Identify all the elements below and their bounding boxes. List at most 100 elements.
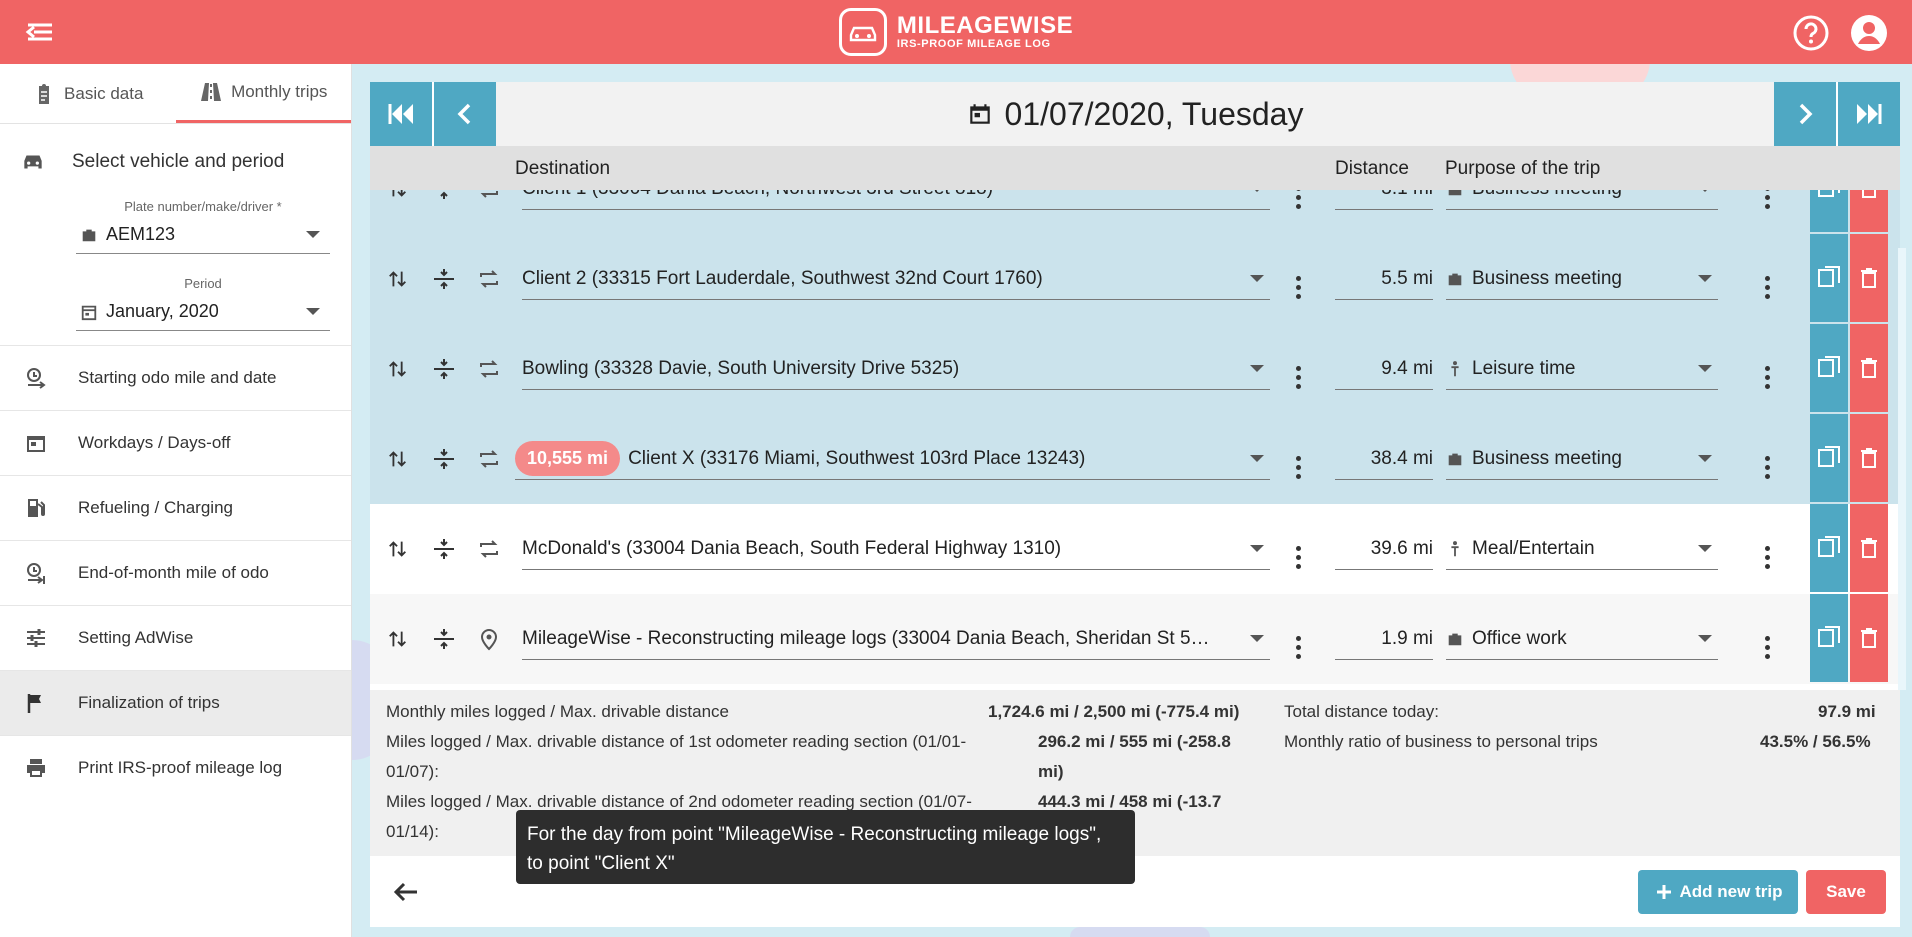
copy-trip-button[interactable]: [1810, 414, 1848, 502]
more-options-icon[interactable]: [1288, 632, 1308, 662]
back-arrow-icon[interactable]: [390, 876, 422, 908]
sidebar-item-adwise[interactable]: Setting AdWise: [0, 605, 351, 670]
purpose-select[interactable]: Business meeting: [1446, 190, 1718, 210]
distance-input[interactable]: 39.6 mi: [1335, 528, 1433, 570]
more-options-icon[interactable]: [1757, 190, 1777, 212]
help-icon[interactable]: [1792, 14, 1830, 52]
sidebar-item-workdays[interactable]: Workdays / Days-off: [0, 410, 351, 475]
destination-select[interactable]: Client 1 (33004 Dania Beach, Northwest 3…: [522, 190, 1270, 210]
round-trip-icon[interactable]: [475, 265, 503, 293]
period-value: January, 2020: [106, 301, 219, 321]
delete-trip-button[interactable]: [1850, 594, 1888, 682]
save-button[interactable]: Save: [1806, 870, 1886, 914]
distance-input[interactable]: 38.4 mi: [1335, 438, 1433, 480]
first-day-button[interactable]: [370, 82, 432, 146]
swap-icon[interactable]: [384, 265, 412, 293]
delete-trip-button[interactable]: [1850, 324, 1888, 412]
destination-select[interactable]: McDonald's (33004 Dania Beach, South Fed…: [522, 528, 1270, 570]
tab-monthly-trips[interactable]: Monthly trips: [175, 64, 351, 123]
delete-trip-button[interactable]: [1850, 234, 1888, 322]
more-options-icon[interactable]: [1757, 542, 1777, 572]
add-trip-button[interactable]: Add new trip: [1638, 870, 1798, 914]
purpose-select[interactable]: Meal/Entertain: [1446, 528, 1718, 570]
split-icon[interactable]: [430, 445, 458, 473]
round-trip-icon[interactable]: [475, 355, 503, 383]
select-vehicle-label: Select vehicle and period: [72, 150, 285, 172]
next-day-button[interactable]: [1774, 82, 1836, 146]
sidebar-item-finalization[interactable]: Finalization of trips: [0, 670, 351, 735]
tooltip-line1: For the day from point "MileageWise - Re…: [527, 824, 1102, 845]
last-day-button[interactable]: [1838, 82, 1900, 146]
plate-select[interactable]: AEM123: [76, 220, 330, 254]
sidebar-item-end-of-month[interactable]: End-of-month mile of odo: [0, 540, 351, 605]
swap-icon[interactable]: [384, 190, 412, 203]
distance-input[interactable]: 3.1 mi: [1335, 190, 1433, 210]
more-options-icon[interactable]: [1288, 542, 1308, 572]
select-vehicle-header: Select vehicle and period: [0, 124, 351, 199]
trip-row: McDonald's (33004 Dania Beach, South Fed…: [370, 504, 1900, 594]
more-options-icon[interactable]: [1288, 452, 1308, 482]
delete-trip-button[interactable]: [1850, 190, 1888, 232]
previous-day-button[interactable]: [434, 82, 496, 146]
destination-select[interactable]: 10,555 mi Client X (33176 Miami, Southwes…: [515, 438, 1270, 480]
chevron-left-icon: [457, 103, 471, 125]
split-icon[interactable]: [430, 190, 458, 203]
round-trip-icon[interactable]: [475, 535, 503, 563]
period-select[interactable]: January, 2020: [76, 297, 330, 331]
swap-icon[interactable]: [384, 355, 412, 383]
destination-select[interactable]: Bowling (33328 Davie, South University D…: [522, 348, 1270, 390]
scrollbar[interactable]: [1898, 248, 1906, 690]
sidebar-item-print[interactable]: Print IRS-proof mileage log: [0, 735, 351, 800]
monthly-label: Monthly miles logged / Max. drivable dis…: [386, 702, 729, 721]
distance-input[interactable]: 1.9 mi: [1335, 618, 1433, 660]
round-trip-icon[interactable]: [475, 445, 503, 473]
delete-trip-button[interactable]: [1850, 414, 1888, 502]
destination-select[interactable]: Client 2 (33315 Fort Lauderdale, Southwe…: [522, 258, 1270, 300]
destination-text: Client X (33176 Miami, Southwest 103rd P…: [628, 447, 1086, 469]
copy-trip-button[interactable]: [1810, 504, 1848, 592]
destination-select[interactable]: MileageWise - Reconstructing mileage log…: [522, 618, 1270, 660]
more-options-icon[interactable]: [1757, 632, 1777, 662]
location-pin-icon[interactable]: [475, 625, 503, 653]
distance-input[interactable]: 5.5 mi: [1335, 258, 1433, 300]
distance-value: 38.4 mi: [1370, 447, 1433, 469]
collapse-menu-icon[interactable]: [24, 16, 56, 48]
copy-trip-button[interactable]: [1810, 324, 1848, 412]
swap-icon[interactable]: [384, 625, 412, 653]
copy-trip-button[interactable]: [1810, 594, 1848, 682]
distance-input[interactable]: 9.4 mi: [1335, 348, 1433, 390]
sidebar-item-starting-odo[interactable]: Starting odo mile and date: [0, 345, 351, 410]
swap-icon[interactable]: [384, 445, 412, 473]
account-icon[interactable]: [1850, 14, 1888, 52]
more-options-icon[interactable]: [1757, 272, 1777, 302]
split-icon[interactable]: [430, 535, 458, 563]
skip-last-icon: [1857, 104, 1882, 124]
swap-icon[interactable]: [384, 535, 412, 563]
purpose-select[interactable]: Leisure time: [1446, 348, 1718, 390]
briefcase-icon: [1448, 190, 1462, 195]
more-options-icon[interactable]: [1757, 362, 1777, 392]
day-title-text: 01/07/2020, Tuesday: [1004, 95, 1304, 132]
odometer-badge[interactable]: 10,555 mi: [515, 441, 621, 476]
purpose-select[interactable]: Office work: [1446, 618, 1718, 660]
ratio-value: 43.5% / 56.5%: [1760, 732, 1871, 751]
more-options-icon[interactable]: [1288, 272, 1308, 302]
more-options-icon[interactable]: [1757, 452, 1777, 482]
purpose-select[interactable]: Business meeting: [1446, 258, 1718, 300]
sidebar-item-label: Print IRS-proof mileage log: [78, 758, 283, 777]
delete-trip-button[interactable]: [1850, 504, 1888, 592]
purpose-select[interactable]: Business meeting: [1446, 438, 1718, 480]
more-options-icon[interactable]: [1288, 362, 1308, 392]
split-icon[interactable]: [430, 265, 458, 293]
copy-trip-button[interactable]: [1810, 234, 1848, 322]
split-icon[interactable]: [430, 355, 458, 383]
round-trip-icon[interactable]: [475, 190, 503, 203]
more-options-icon[interactable]: [1288, 190, 1308, 212]
person-icon: [1451, 540, 1459, 556]
copy-trip-button[interactable]: [1810, 190, 1848, 232]
chevron-down-icon: [1250, 190, 1264, 192]
sidebar-item-refueling[interactable]: Refueling / Charging: [0, 475, 351, 540]
clock-arrow-icon: [22, 559, 50, 587]
tab-basic-data[interactable]: Basic data: [0, 64, 176, 123]
split-icon[interactable]: [430, 625, 458, 653]
